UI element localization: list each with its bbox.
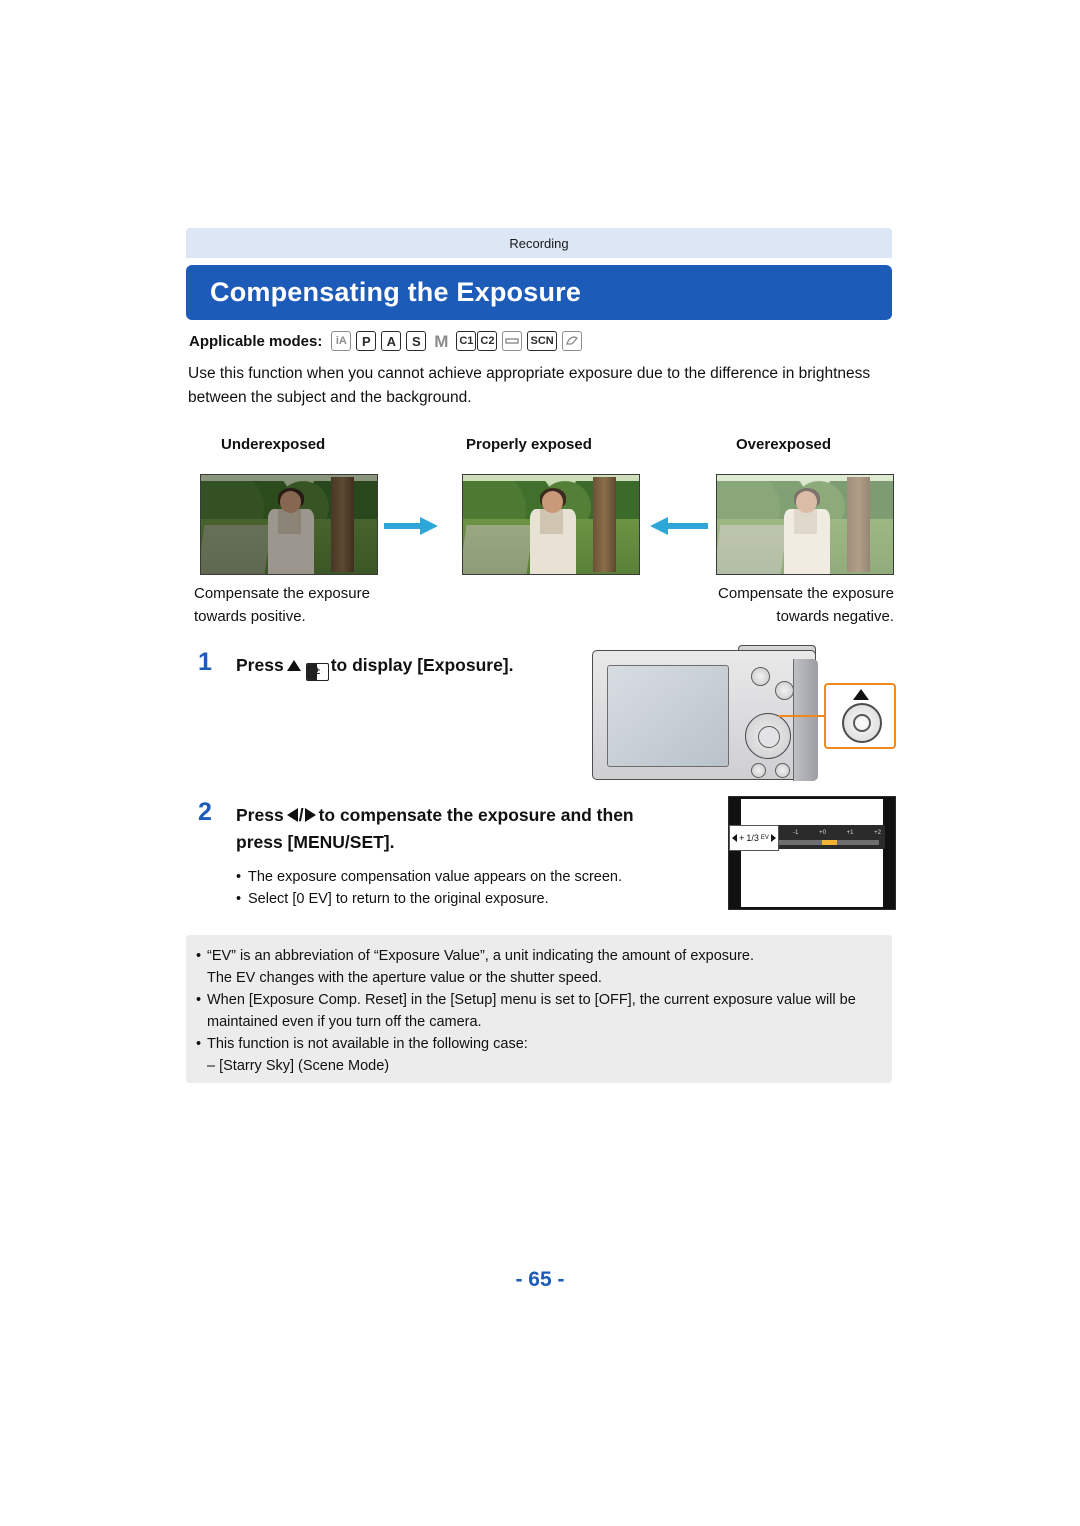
exposure-examples: Underexposed Properly exposed Overexpose… (186, 430, 894, 625)
arrow-right-icon (384, 517, 442, 535)
mode-icon-scn: SCN (527, 331, 557, 351)
example-photo-underexposed (200, 474, 378, 575)
applicable-modes-label: Applicable modes: (189, 332, 323, 350)
left-arrow-icon (286, 808, 298, 822)
example-caption-negative: Compensate the exposure towards negative… (718, 585, 894, 625)
bullet-dot: • (196, 948, 202, 964)
note-2-sub: maintained even if you turn off the came… (207, 1014, 482, 1030)
example-heading-underexposed: Underexposed (221, 435, 326, 453)
mode-icon-creative-control (561, 331, 582, 351)
step-2-text-after: to compensate the exposure and then (318, 805, 634, 825)
camera-button-top-1 (751, 667, 770, 686)
step-2-bullet-2: Select [0 EV] to return to the original … (248, 891, 549, 907)
bullet-dot: • (236, 891, 242, 907)
exposure-fill-indicator (821, 840, 838, 845)
exposure-screen-illustration: -2 -1 +0 +1 +2 + 1/3 EV (728, 796, 896, 910)
step-1-number: 1 (198, 648, 212, 676)
note-3: This function is not available in the fo… (207, 1036, 528, 1052)
camera-lcd-screen (607, 665, 729, 767)
mode-icon-s: S (406, 331, 427, 351)
note-3-sub: – [Starry Sky] (Scene Mode) (207, 1058, 390, 1074)
intro-paragraph: Use this function when you cannot achiev… (188, 365, 871, 406)
tag-right-arrow-icon (770, 834, 776, 842)
page-title: Compensating the Exposure (210, 277, 582, 307)
exposure-track (769, 840, 879, 845)
applicable-modes-row: Applicable modes: iA P A S M C1 C2 SCN (189, 331, 582, 351)
bullet-dot: • (196, 992, 202, 1008)
bullet-dot: • (236, 869, 242, 885)
exposure-value-unit: EV (760, 835, 769, 841)
exposure-scale-labels: -2 -1 +0 +1 +2 (767, 828, 881, 837)
note-1: “EV” is an abbreviation of “Exposure Val… (207, 948, 755, 964)
example-photo-properly-exposed (462, 474, 640, 575)
step-1-text: Press ± to display [Exposure]. (236, 652, 636, 681)
section-label: Recording (509, 235, 569, 251)
mode-icon-c2: C2 (477, 331, 498, 351)
mode-icon-p: P (356, 331, 377, 351)
mode-icon-m: M (434, 331, 449, 351)
exposure-value-sign: + (739, 833, 745, 843)
tag-left-arrow-icon (732, 834, 738, 842)
note-2: When [Exposure Comp. Reset] in the [Setu… (207, 992, 856, 1008)
mode-icon-c1: C1 (456, 331, 477, 351)
mode-icon-panorama (502, 331, 523, 351)
exposure-comp-icon: ± (305, 662, 329, 681)
mode-icon-a: A (381, 331, 402, 351)
callout-connector (778, 715, 826, 717)
callout-up-arrow-icon (853, 689, 869, 700)
step-1-text-after: to display [Exposure]. (330, 655, 514, 675)
exposure-value-fraction: 1/3 (746, 833, 759, 843)
page-title-bar: Compensating the Exposure (186, 265, 892, 320)
page-number: - 65 - (515, 1268, 565, 1291)
step-2-line2: press [MENU/SET]. (236, 832, 395, 852)
example-photo-overexposed (716, 474, 894, 575)
exposure-scale-zero: +0 (819, 829, 826, 836)
bullet-dot: • (196, 1036, 202, 1052)
section-header-band: Recording (186, 228, 892, 258)
exposure-scale-plus1: +1 (846, 829, 854, 836)
manual-page: Recording Compensating the Exposure Appl… (0, 0, 1080, 1526)
exposure-scale-plus2: +2 (874, 829, 881, 836)
example-heading-overexposed: Overexposed (736, 435, 832, 453)
callout-cursor-up (824, 683, 896, 749)
step-1-text-before: Press (236, 655, 284, 675)
note-1-sub: The EV changes with the aperture value o… (207, 970, 602, 986)
exposure-value-tag: + 1/3 EV (729, 825, 779, 851)
right-arrow-icon (304, 808, 316, 822)
camera-cursor-dial (745, 713, 791, 759)
arrow-left-icon (650, 517, 708, 535)
up-arrow-icon (286, 660, 301, 671)
mode-icon-ia: iA (331, 331, 352, 351)
step-2-bullet-1: The exposure compensation value appears … (248, 869, 623, 885)
exposure-meter-bar: -2 -1 +0 +1 +2 (763, 825, 885, 849)
camera-button-bottom-2 (775, 763, 790, 778)
camera-button-top-2 (775, 681, 794, 700)
step-2-text-before: Press (236, 805, 284, 825)
callout-dial-ring (842, 703, 882, 743)
step-2-text: Press / to compensate the exposure and the… (236, 805, 634, 852)
step-2-bullets: • The exposure compensation value appears… (236, 866, 706, 910)
notes-box: • “EV” is an abbreviation of “Exposure Va… (186, 935, 892, 1083)
example-caption-positive: Compensate the exposure towards positive… (194, 585, 370, 625)
exposure-scale-minus1: -1 (793, 829, 799, 836)
example-heading-properly-exposed: Properly exposed (466, 435, 592, 453)
camera-illustration (588, 645, 898, 785)
camera-grip (793, 659, 818, 781)
step-2-number: 2 (198, 798, 212, 826)
camera-button-bottom-1 (751, 763, 766, 778)
